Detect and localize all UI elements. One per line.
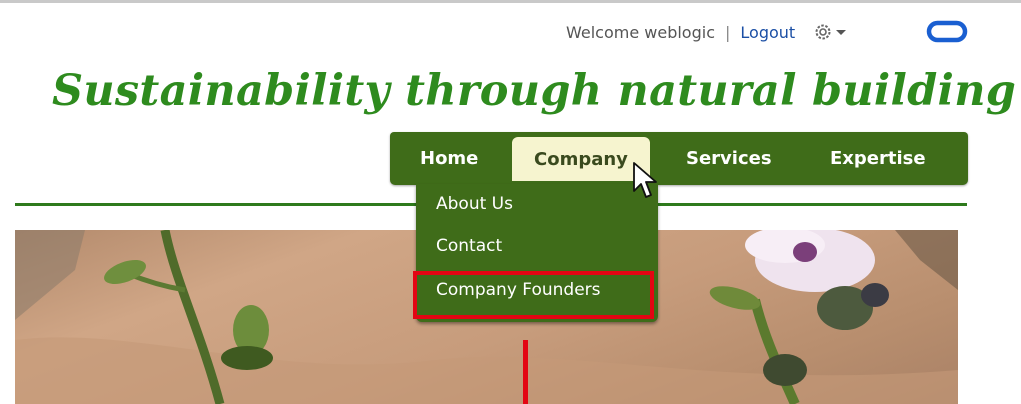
highlight-box <box>413 271 654 319</box>
user-bar: Welcome weblogic | Logout <box>566 19 847 45</box>
main-nav: Home Company Services Expertise <box>390 132 968 185</box>
callout-line <box>523 340 528 404</box>
nav-item-services[interactable]: Services <box>686 142 772 176</box>
welcome-text: Welcome weblogic <box>566 22 715 42</box>
oracle-logo <box>926 20 968 43</box>
site-title: Sustainability through natural building <box>52 66 1017 116</box>
gear-icon <box>815 24 831 40</box>
chevron-down-icon <box>836 30 847 35</box>
mouse-cursor <box>633 162 657 198</box>
separator: | <box>725 22 731 42</box>
nav-item-home[interactable]: Home <box>420 142 478 176</box>
menu-item-about-us[interactable]: About Us <box>436 194 513 214</box>
menu-item-contact[interactable]: Contact <box>436 236 502 256</box>
top-divider <box>0 0 1021 3</box>
nav-item-company[interactable]: Company <box>512 137 650 181</box>
settings-menu-button[interactable] <box>813 22 847 42</box>
logout-link[interactable]: Logout <box>740 23 795 42</box>
nav-item-expertise[interactable]: Expertise <box>830 142 926 176</box>
